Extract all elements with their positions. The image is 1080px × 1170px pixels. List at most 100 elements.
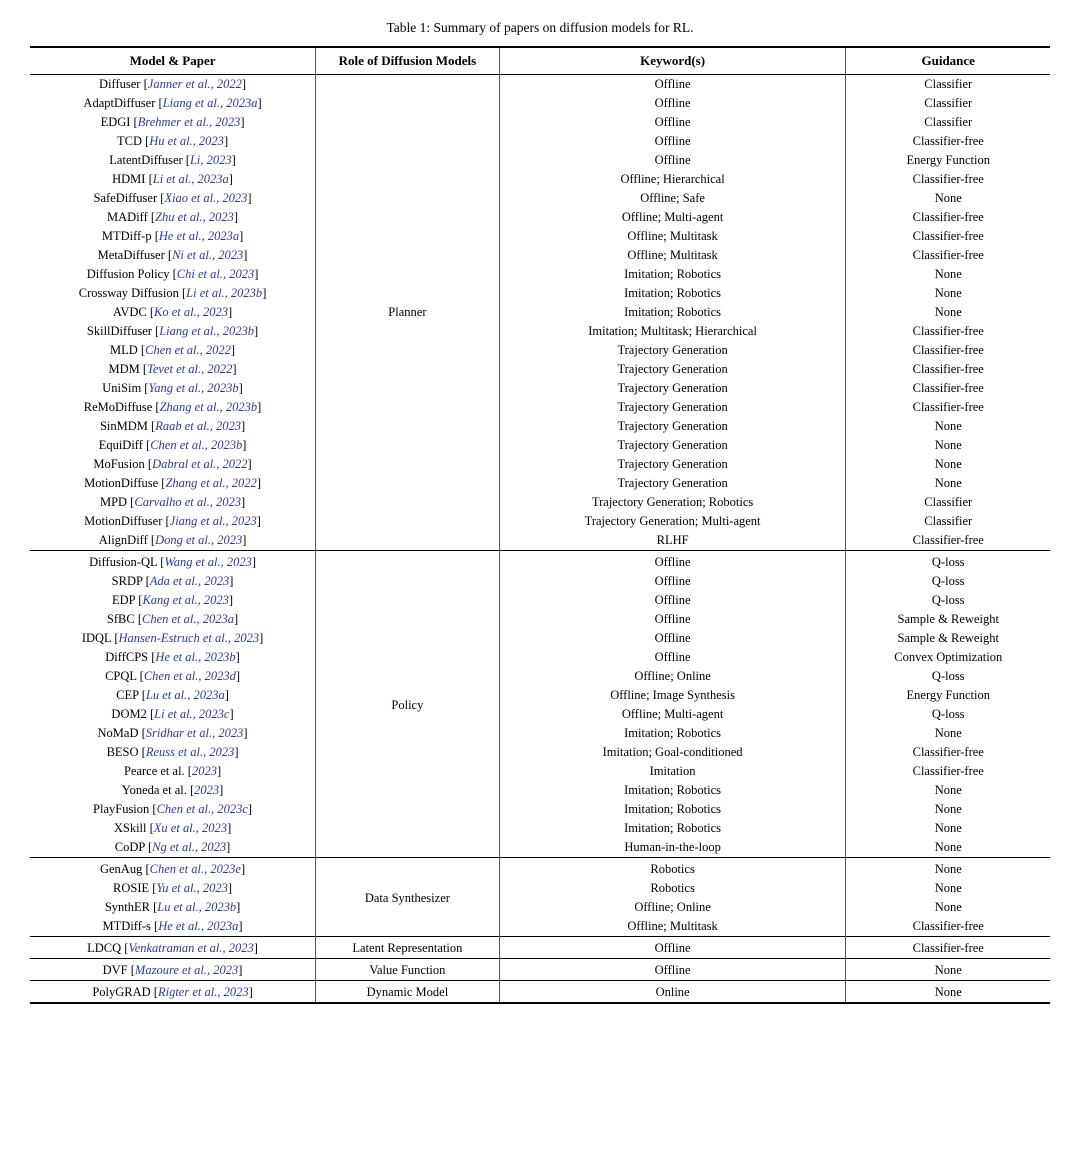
model-cell: UniSim [Yang et al., 2023b]: [30, 379, 316, 398]
table-row: Pearce et al. [2023]ImitationClassifier-…: [30, 762, 1050, 781]
keyword-cell: Offline: [499, 75, 846, 95]
model-cell: EquiDiff [Chen et al., 2023b]: [30, 436, 316, 455]
table-row: PolyGRAD [Rigter et al., 2023]Dynamic Mo…: [30, 981, 1050, 1004]
guidance-cell: Convex Optimization: [846, 648, 1050, 667]
model-cell: Pearce et al. [2023]: [30, 762, 316, 781]
guidance-cell: Classifier-free: [846, 170, 1050, 189]
role-cell: Planner: [316, 75, 500, 551]
keyword-cell: Offline; Multitask: [499, 917, 846, 937]
model-cell: MPD [Carvalho et al., 2023]: [30, 493, 316, 512]
model-cell: GenAug [Chen et al., 2023e]: [30, 858, 316, 880]
model-cell: XSkill [Xu et al., 2023]: [30, 819, 316, 838]
guidance-cell: Energy Function: [846, 151, 1050, 170]
model-cell: SkillDiffuser [Liang et al., 2023b]: [30, 322, 316, 341]
guidance-cell: Classifier: [846, 512, 1050, 531]
guidance-cell: None: [846, 189, 1050, 208]
guidance-cell: None: [846, 455, 1050, 474]
guidance-cell: Classifier-free: [846, 937, 1050, 959]
role-cell: Data Synthesizer: [316, 858, 500, 937]
table-row: ReMoDiffuse [Zhang et al., 2023b]Traject…: [30, 398, 1050, 417]
model-cell: EDGI [Brehmer et al., 2023]: [30, 113, 316, 132]
model-cell: EDP [Kang et al., 2023]: [30, 591, 316, 610]
table-row: CPQL [Chen et al., 2023d]Offline; Online…: [30, 667, 1050, 686]
model-cell: MLD [Chen et al., 2022]: [30, 341, 316, 360]
model-cell: AVDC [Ko et al., 2023]: [30, 303, 316, 322]
model-cell: IDQL [Hansen-Estruch et al., 2023]: [30, 629, 316, 648]
guidance-cell: None: [846, 879, 1050, 898]
model-cell: MTDiff-s [He et al., 2023a]: [30, 917, 316, 937]
keyword-cell: Trajectory Generation: [499, 398, 846, 417]
keyword-cell: Offline: [499, 959, 846, 981]
header-model: Model & Paper: [30, 47, 316, 75]
model-cell: SafeDiffuser [Xiao et al., 2023]: [30, 189, 316, 208]
keyword-cell: Robotics: [499, 879, 846, 898]
guidance-cell: None: [846, 819, 1050, 838]
model-cell: Diffusion-QL [Wang et al., 2023]: [30, 551, 316, 573]
guidance-cell: None: [846, 724, 1050, 743]
keyword-cell: Offline: [499, 113, 846, 132]
model-cell: DOM2 [Li et al., 2023c]: [30, 705, 316, 724]
keyword-cell: Trajectory Generation; Robotics: [499, 493, 846, 512]
guidance-cell: Classifier: [846, 94, 1050, 113]
guidance-cell: None: [846, 436, 1050, 455]
model-cell: BESO [Reuss et al., 2023]: [30, 743, 316, 762]
keyword-cell: Offline; Hierarchical: [499, 170, 846, 189]
table-row: LDCQ [Venkatraman et al., 2023]Latent Re…: [30, 937, 1050, 959]
keyword-cell: Offline; Multitask: [499, 246, 846, 265]
keyword-cell: Trajectory Generation: [499, 455, 846, 474]
table-row: Diffusion-QL [Wang et al., 2023]PolicyOf…: [30, 551, 1050, 573]
keyword-cell: Imitation; Robotics: [499, 819, 846, 838]
keyword-cell: Human-in-the-loop: [499, 838, 846, 858]
model-cell: Yoneda et al. [2023]: [30, 781, 316, 800]
table-row: MotionDiffuse [Zhang et al., 2022]Trajec…: [30, 474, 1050, 493]
model-cell: SynthER [Lu et al., 2023b]: [30, 898, 316, 917]
model-cell: HDMI [Li et al., 2023a]: [30, 170, 316, 189]
guidance-cell: Classifier: [846, 113, 1050, 132]
keyword-cell: Trajectory Generation; Multi-agent: [499, 512, 846, 531]
table-row: CoDP [Ng et al., 2023]Human-in-the-loopN…: [30, 838, 1050, 858]
keyword-cell: Imitation; Robotics: [499, 724, 846, 743]
guidance-cell: Sample & Reweight: [846, 610, 1050, 629]
guidance-cell: None: [846, 898, 1050, 917]
table-row: Diffusion Policy [Chi et al., 2023]Imita…: [30, 265, 1050, 284]
model-cell: NoMaD [Sridhar et al., 2023]: [30, 724, 316, 743]
keyword-cell: Imitation; Robotics: [499, 781, 846, 800]
table-row: PlayFusion [Chen et al., 2023c]Imitation…: [30, 800, 1050, 819]
keyword-cell: Offline: [499, 937, 846, 959]
guidance-cell: Classifier-free: [846, 208, 1050, 227]
keyword-cell: Offline: [499, 151, 846, 170]
table-row: HDMI [Li et al., 2023a] Offline; Hierarch…: [30, 170, 1050, 189]
table-row: SfBC [Chen et al., 2023a]OfflineSample &…: [30, 610, 1050, 629]
guidance-cell: Q-loss: [846, 551, 1050, 573]
table-row: AVDC [Ko et al., 2023]Imitation; Robotic…: [30, 303, 1050, 322]
model-cell: DiffCPS [He et al., 2023b]: [30, 648, 316, 667]
model-cell: PolyGRAD [Rigter et al., 2023]: [30, 981, 316, 1004]
model-cell: SinMDM [Raab et al., 2023]: [30, 417, 316, 436]
model-cell: Diffuser [Janner et al., 2022]: [30, 75, 316, 95]
guidance-cell: None: [846, 981, 1050, 1004]
model-cell: CEP [Lu et al., 2023a]: [30, 686, 316, 705]
role-cell: Policy: [316, 551, 500, 858]
guidance-cell: None: [846, 265, 1050, 284]
keyword-cell: Trajectory Generation: [499, 379, 846, 398]
keyword-cell: Offline: [499, 551, 846, 573]
model-cell: SfBC [Chen et al., 2023a]: [30, 610, 316, 629]
table-row: Diffuser [Janner et al., 2022]PlannerOff…: [30, 75, 1050, 95]
keyword-cell: RLHF: [499, 531, 846, 551]
guidance-cell: None: [846, 838, 1050, 858]
keyword-cell: Offline; Multitask: [499, 227, 846, 246]
keyword-cell: Trajectory Generation: [499, 360, 846, 379]
model-cell: ROSIE [Yu et al., 2023]: [30, 879, 316, 898]
model-cell: LDCQ [Venkatraman et al., 2023]: [30, 937, 316, 959]
table-row: AlignDiff [Dong et al., 2023]RLHFClassif…: [30, 531, 1050, 551]
model-cell: TCD [Hu et al., 2023]: [30, 132, 316, 151]
role-cell: Value Function: [316, 959, 500, 981]
summary-table: Model & Paper Role of Diffusion Models K…: [30, 46, 1050, 1004]
table-row: SkillDiffuser [Liang et al., 2023b]Imita…: [30, 322, 1050, 341]
keyword-cell: Offline: [499, 572, 846, 591]
guidance-cell: None: [846, 800, 1050, 819]
keyword-cell: Robotics: [499, 858, 846, 880]
guidance-cell: Classifier-free: [846, 379, 1050, 398]
table-row: MTDiff-p [He et al., 2023a]Offline; Mult…: [30, 227, 1050, 246]
table-row: EDP [Kang et al., 2023]OfflineQ-loss: [30, 591, 1050, 610]
